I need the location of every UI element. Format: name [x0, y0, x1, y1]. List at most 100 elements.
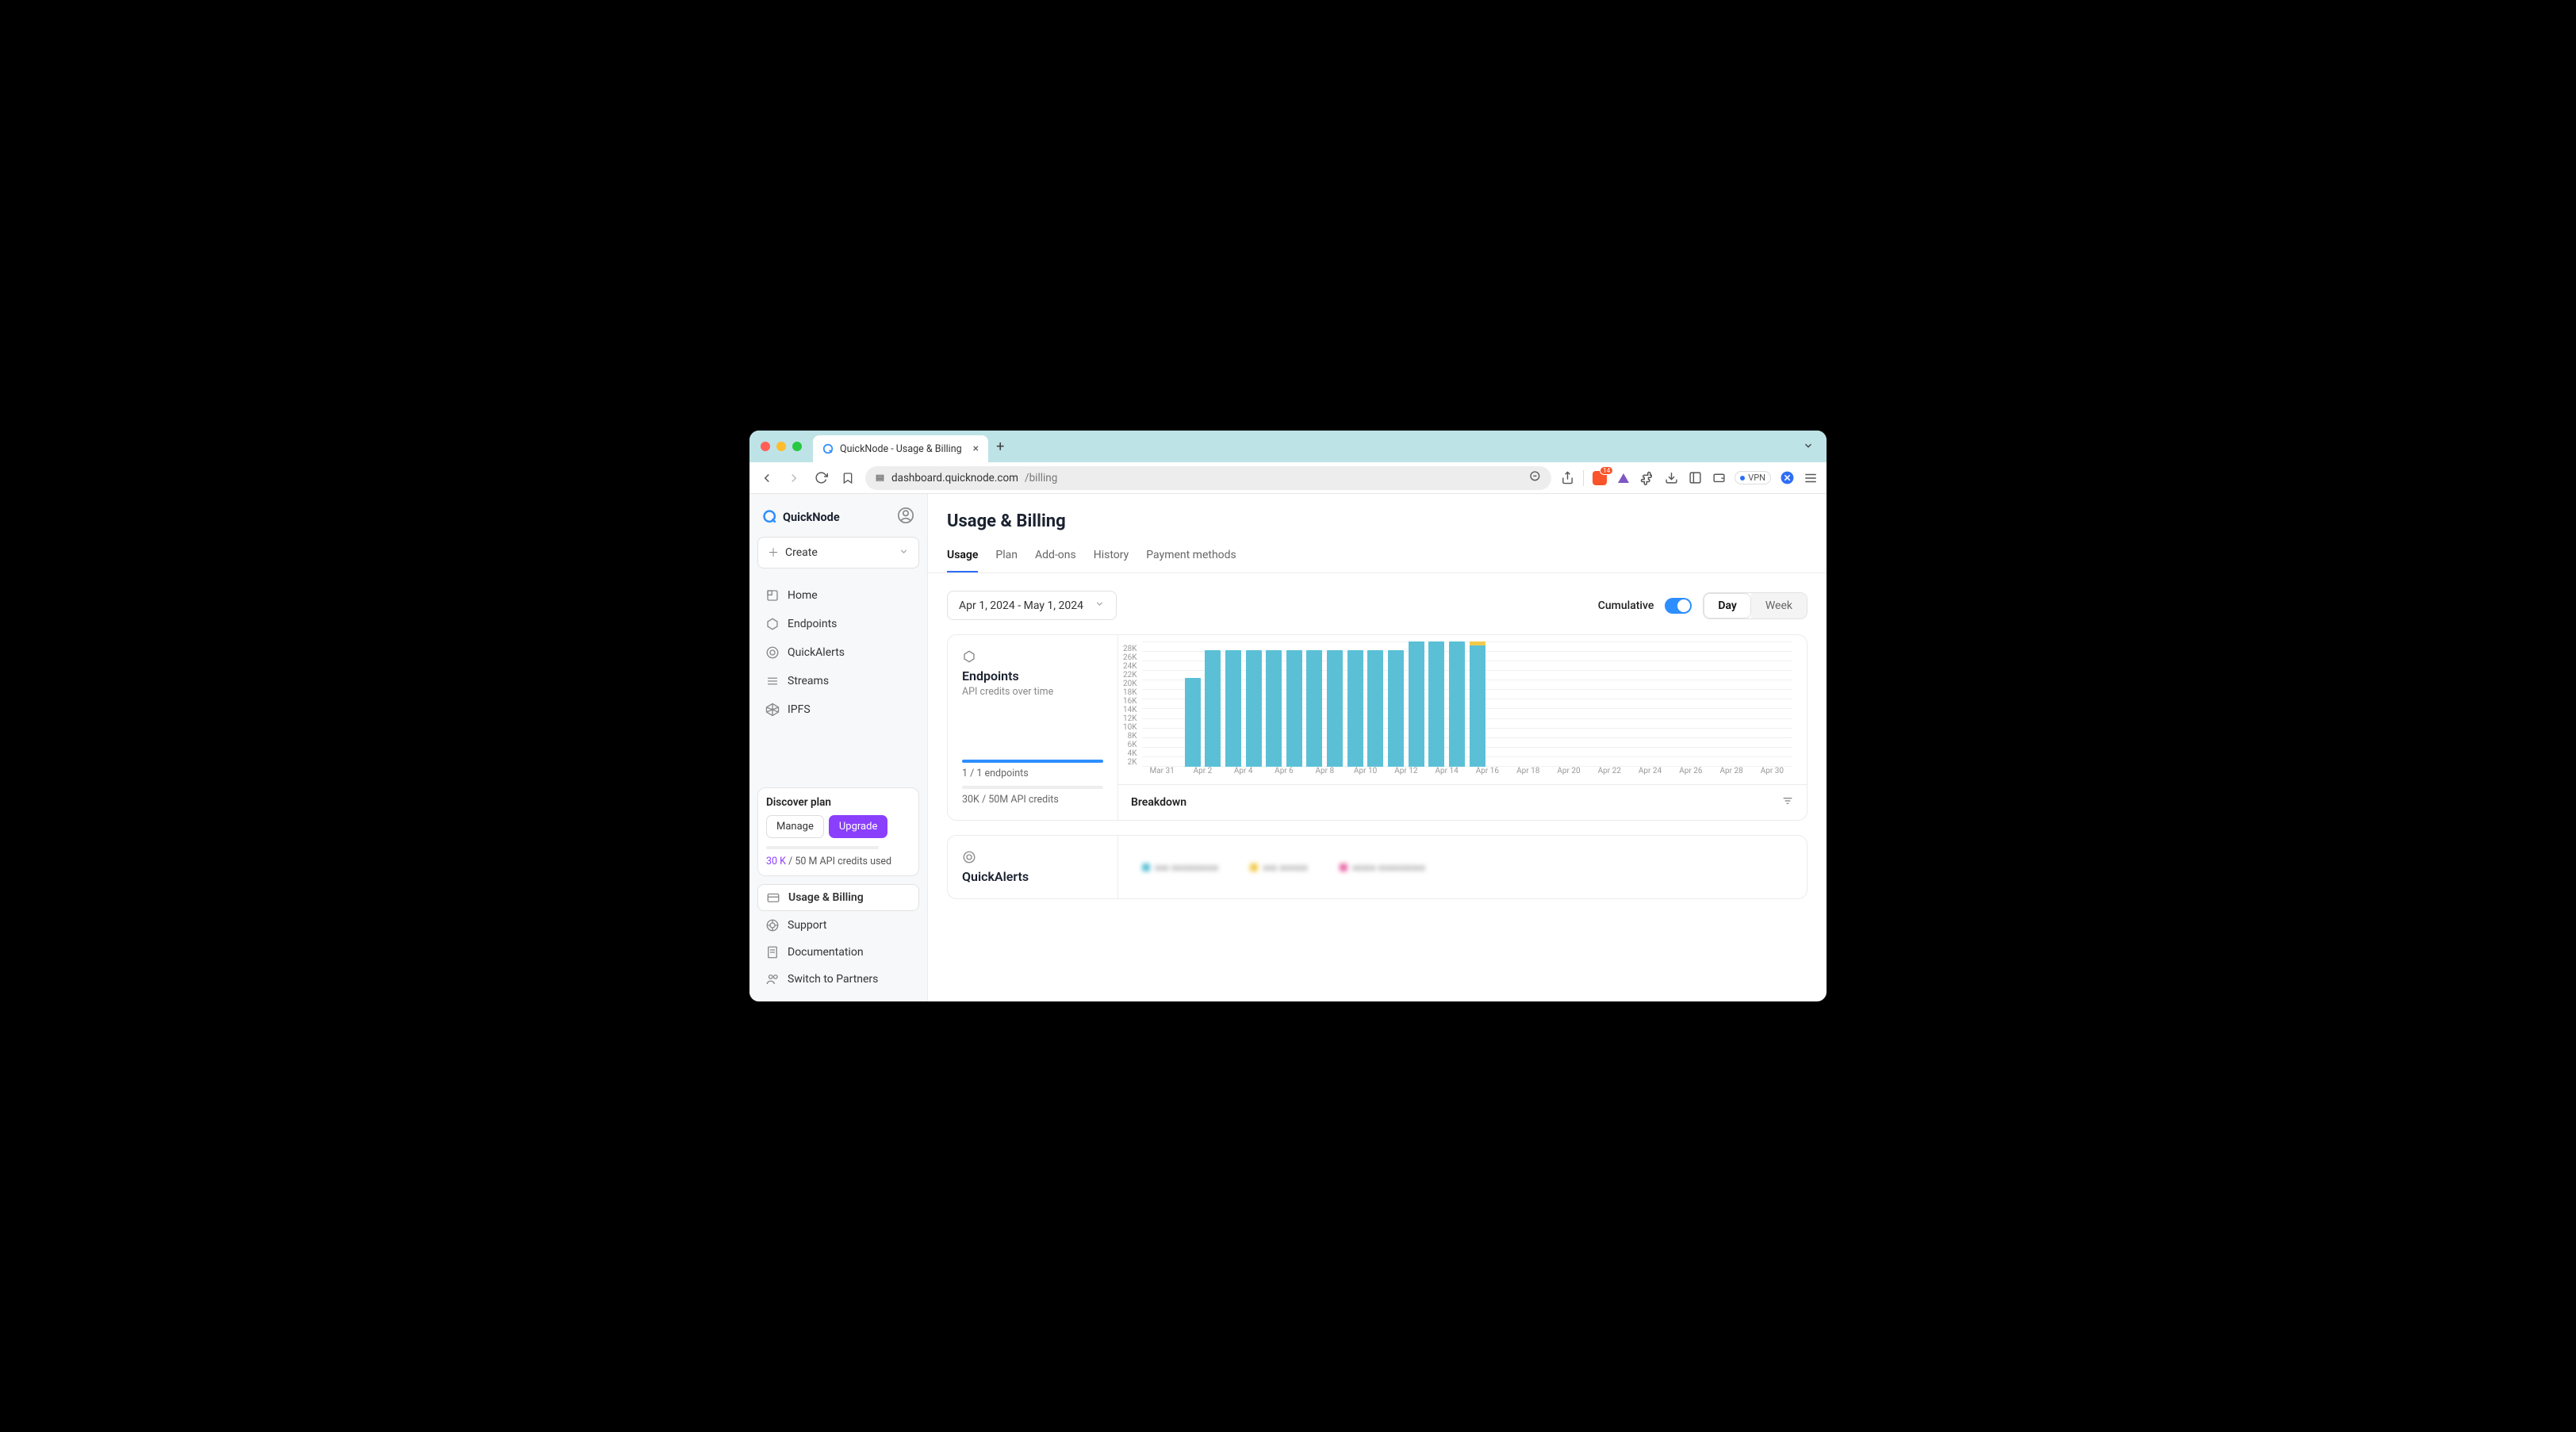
date-range-label: Apr 1, 2024 - May 1, 2024	[959, 599, 1083, 612]
brave-rewards-icon[interactable]	[1616, 470, 1631, 486]
api-credits-text: 30K / 50M API credits	[962, 794, 1103, 806]
documentation-icon	[765, 945, 780, 959]
share-icon[interactable]	[1559, 470, 1575, 486]
cumulative-label: Cumulative	[1598, 599, 1654, 612]
legend-item: xxx xxxxxxxxxx	[1142, 862, 1218, 873]
downloads-icon[interactable]	[1663, 470, 1679, 486]
upgrade-button[interactable]: Upgrade	[829, 815, 887, 838]
main: Usage & Billing Usage Plan Add-ons Histo…	[928, 494, 1827, 1001]
site-settings-icon[interactable]	[875, 473, 885, 483]
chart: 28K26K24K22K20K18K16K14K12K10K8K6K4K2K M…	[1118, 635, 1807, 784]
wallet-icon[interactable]	[1711, 470, 1727, 486]
quickalerts-card: QuickAlerts xxx xxxxxxxxxx xxx xxxxxx xx…	[947, 835, 1807, 899]
filter-icon[interactable]	[1781, 794, 1794, 810]
window-controls	[761, 442, 802, 451]
api-credits-bar	[962, 786, 1103, 789]
sidebar-item-endpoints[interactable]: Endpoints	[757, 611, 919, 637]
cumulative-toggle[interactable]	[1665, 598, 1692, 614]
date-range-picker[interactable]: Apr 1, 2024 - May 1, 2024	[947, 591, 1117, 620]
sidebar-item-usage-billing[interactable]: Usage & Billing	[757, 884, 919, 911]
sidebar-item-label: Documentation	[788, 946, 864, 959]
account-avatar-icon[interactable]	[897, 507, 914, 527]
new-tab-button[interactable]: +	[996, 438, 1004, 455]
endpoints-icon	[962, 649, 976, 664]
endpoints-card-title: Endpoints	[962, 668, 1103, 683]
plan-usage-text: 30 K / 50 M API credits used	[766, 856, 910, 867]
close-tab-icon[interactable]: ×	[973, 442, 979, 455]
sidebar-item-label: Home	[788, 589, 818, 602]
granularity-week[interactable]: Week	[1751, 593, 1807, 618]
sidebar-toggle-icon[interactable]	[1687, 470, 1703, 486]
controls-row: Apr 1, 2024 - May 1, 2024 Cumulative Day…	[928, 573, 1827, 634]
sidebar-item-home[interactable]: Home	[757, 583, 919, 608]
sidebar-item-documentation[interactable]: Documentation	[757, 940, 919, 965]
breakdown-row[interactable]: Breakdown	[1118, 784, 1807, 820]
brand-name: QuickNode	[783, 511, 840, 524]
chart-bars	[1142, 641, 1792, 767]
page-title: Usage & Billing	[928, 511, 1827, 542]
back-button[interactable]	[757, 469, 776, 488]
sidebar-item-ipfs[interactable]: IPFS	[757, 697, 919, 722]
close-window-button[interactable]	[761, 442, 770, 451]
browser-window: QuickNode - Usage & Billing × + dashboar…	[749, 431, 1827, 1001]
extensions-icon[interactable]	[1639, 470, 1655, 486]
zoom-icon[interactable]	[1529, 470, 1542, 486]
sidebar-item-switch-partners[interactable]: Switch to Partners	[757, 967, 919, 992]
plan-usage-bar	[766, 846, 879, 849]
support-icon	[765, 918, 780, 932]
tab-bar: Usage Plan Add-ons History Payment metho…	[928, 542, 1827, 573]
chevron-down-icon	[899, 546, 909, 560]
legend-item: xxx xxxxxx	[1250, 862, 1308, 873]
tab-history[interactable]: History	[1094, 542, 1129, 572]
billing-icon	[766, 890, 780, 905]
tabs-overflow-icon[interactable]	[1803, 439, 1814, 454]
url-bar[interactable]: dashboard.quicknode.com/billing	[865, 466, 1551, 490]
manage-button[interactable]: Manage	[766, 815, 824, 838]
breakdown-label: Breakdown	[1131, 796, 1186, 809]
brand: QuickNode	[757, 507, 919, 537]
granularity-segment: Day Week	[1703, 592, 1807, 619]
sidebar-item-label: Switch to Partners	[788, 973, 878, 986]
brave-shields-icon[interactable]: 14	[1592, 470, 1608, 486]
chart-y-axis: 28K26K24K22K20K18K16K14K12K10K8K6K4K2K	[1123, 641, 1142, 784]
sidebar-item-quickalerts[interactable]: QuickAlerts	[757, 640, 919, 665]
menu-icon[interactable]	[1803, 470, 1819, 486]
tab-plan[interactable]: Plan	[995, 542, 1018, 572]
sidebar-item-label: QuickAlerts	[788, 646, 845, 659]
endpoints-card-subtitle: API credits over time	[962, 686, 1103, 698]
tab-usage[interactable]: Usage	[947, 542, 978, 572]
url-host: dashboard.quicknode.com	[891, 472, 1018, 484]
tab-payment-methods[interactable]: Payment methods	[1146, 542, 1236, 572]
tab-addons[interactable]: Add-ons	[1035, 542, 1076, 572]
legend-item: xxxxx xxxxxxxxxx	[1340, 862, 1425, 873]
minimize-window-button[interactable]	[776, 442, 786, 451]
maximize-window-button[interactable]	[792, 442, 802, 451]
create-button[interactable]: ＋ Create	[757, 537, 919, 569]
browser-tab[interactable]: QuickNode - Usage & Billing ×	[813, 435, 988, 462]
sidebar-item-label: Support	[788, 919, 826, 932]
quickalerts-card-title: QuickAlerts	[962, 869, 1103, 884]
home-icon	[765, 588, 780, 603]
endpoints-card: Endpoints API credits over time 1 / 1 en…	[947, 634, 1807, 821]
bookmark-button[interactable]	[838, 469, 857, 488]
url-path: /billing	[1025, 472, 1057, 484]
profile-icon[interactable]	[1779, 470, 1795, 486]
quickalerts-card-left: QuickAlerts	[948, 836, 1118, 898]
endpoints-count-bar	[962, 760, 1103, 763]
vpn-indicator[interactable]: VPN	[1735, 471, 1771, 484]
quickalerts-icon	[962, 850, 976, 864]
sidebar-item-support[interactable]: Support	[757, 913, 919, 938]
sidebar-bottom-nav: Usage & Billing Support Documentation Sw…	[757, 884, 919, 992]
granularity-day[interactable]: Day	[1704, 593, 1751, 618]
sidebar: QuickNode ＋ Create Home Endpoints	[749, 494, 928, 1001]
separator	[1583, 470, 1584, 486]
favicon-quicknode-icon	[822, 443, 834, 454]
reload-button[interactable]	[811, 469, 830, 488]
partners-icon	[765, 972, 780, 986]
sidebar-item-streams[interactable]: Streams	[757, 668, 919, 694]
browser-toolbar: dashboard.quicknode.com/billing 14 VPN	[749, 462, 1827, 494]
chart-plot: Mar 31Apr 2Apr 4Apr 6Apr 8Apr 10Apr 12Ap…	[1142, 641, 1792, 784]
forward-button[interactable]	[784, 469, 803, 488]
endpoints-card-left: Endpoints API credits over time 1 / 1 en…	[948, 635, 1118, 820]
sidebar-item-label: Usage & Billing	[788, 891, 864, 904]
